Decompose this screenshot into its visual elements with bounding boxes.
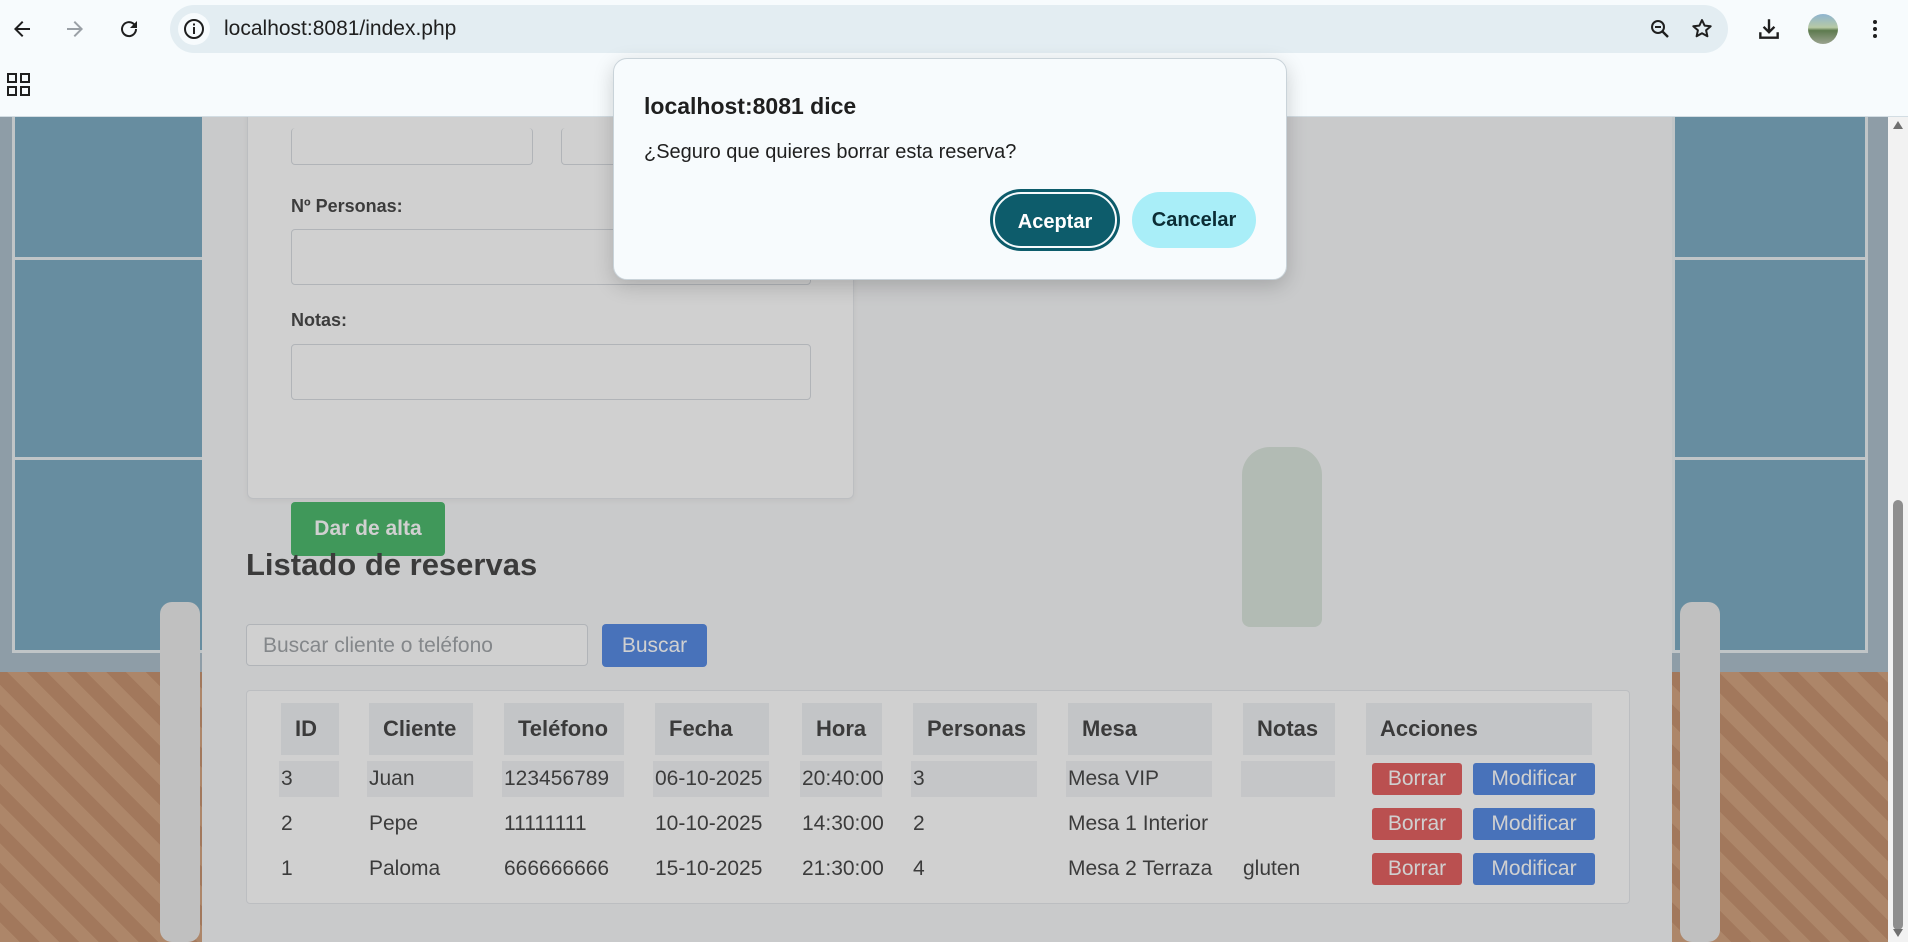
dialog-title: localhost:8081 dice — [644, 93, 857, 119]
zoom-icon[interactable] — [1644, 13, 1676, 45]
page-scrollbar[interactable] — [1888, 117, 1908, 942]
scroll-down-icon[interactable] — [1893, 929, 1903, 937]
browser-toolbar: localhost:8081/index.php — [0, 0, 1908, 58]
apps-grid-icon[interactable] — [6, 72, 32, 102]
site-info-icon[interactable] — [178, 13, 210, 45]
download-icon[interactable] — [1749, 9, 1789, 49]
scrollbar-thumb[interactable] — [1893, 500, 1903, 930]
back-icon[interactable] — [2, 9, 42, 49]
address-bar[interactable]: localhost:8081/index.php — [170, 5, 1728, 53]
cancel-button[interactable]: Cancelar — [1132, 192, 1256, 248]
accept-button[interactable]: Aceptar — [993, 192, 1117, 248]
profile-avatar[interactable] — [1808, 14, 1838, 44]
forward-icon[interactable] — [55, 9, 95, 49]
bookmark-star-icon[interactable] — [1686, 13, 1718, 45]
confirm-dialog: localhost:8081 dice ¿Seguro que quieres … — [613, 58, 1287, 280]
dialog-message: ¿Seguro que quieres borrar esta reserva? — [644, 141, 1017, 163]
scroll-up-icon[interactable] — [1893, 121, 1903, 129]
url-text[interactable]: localhost:8081/index.php — [224, 5, 456, 53]
reload-icon[interactable] — [109, 9, 149, 49]
menu-icon[interactable] — [1855, 9, 1895, 49]
